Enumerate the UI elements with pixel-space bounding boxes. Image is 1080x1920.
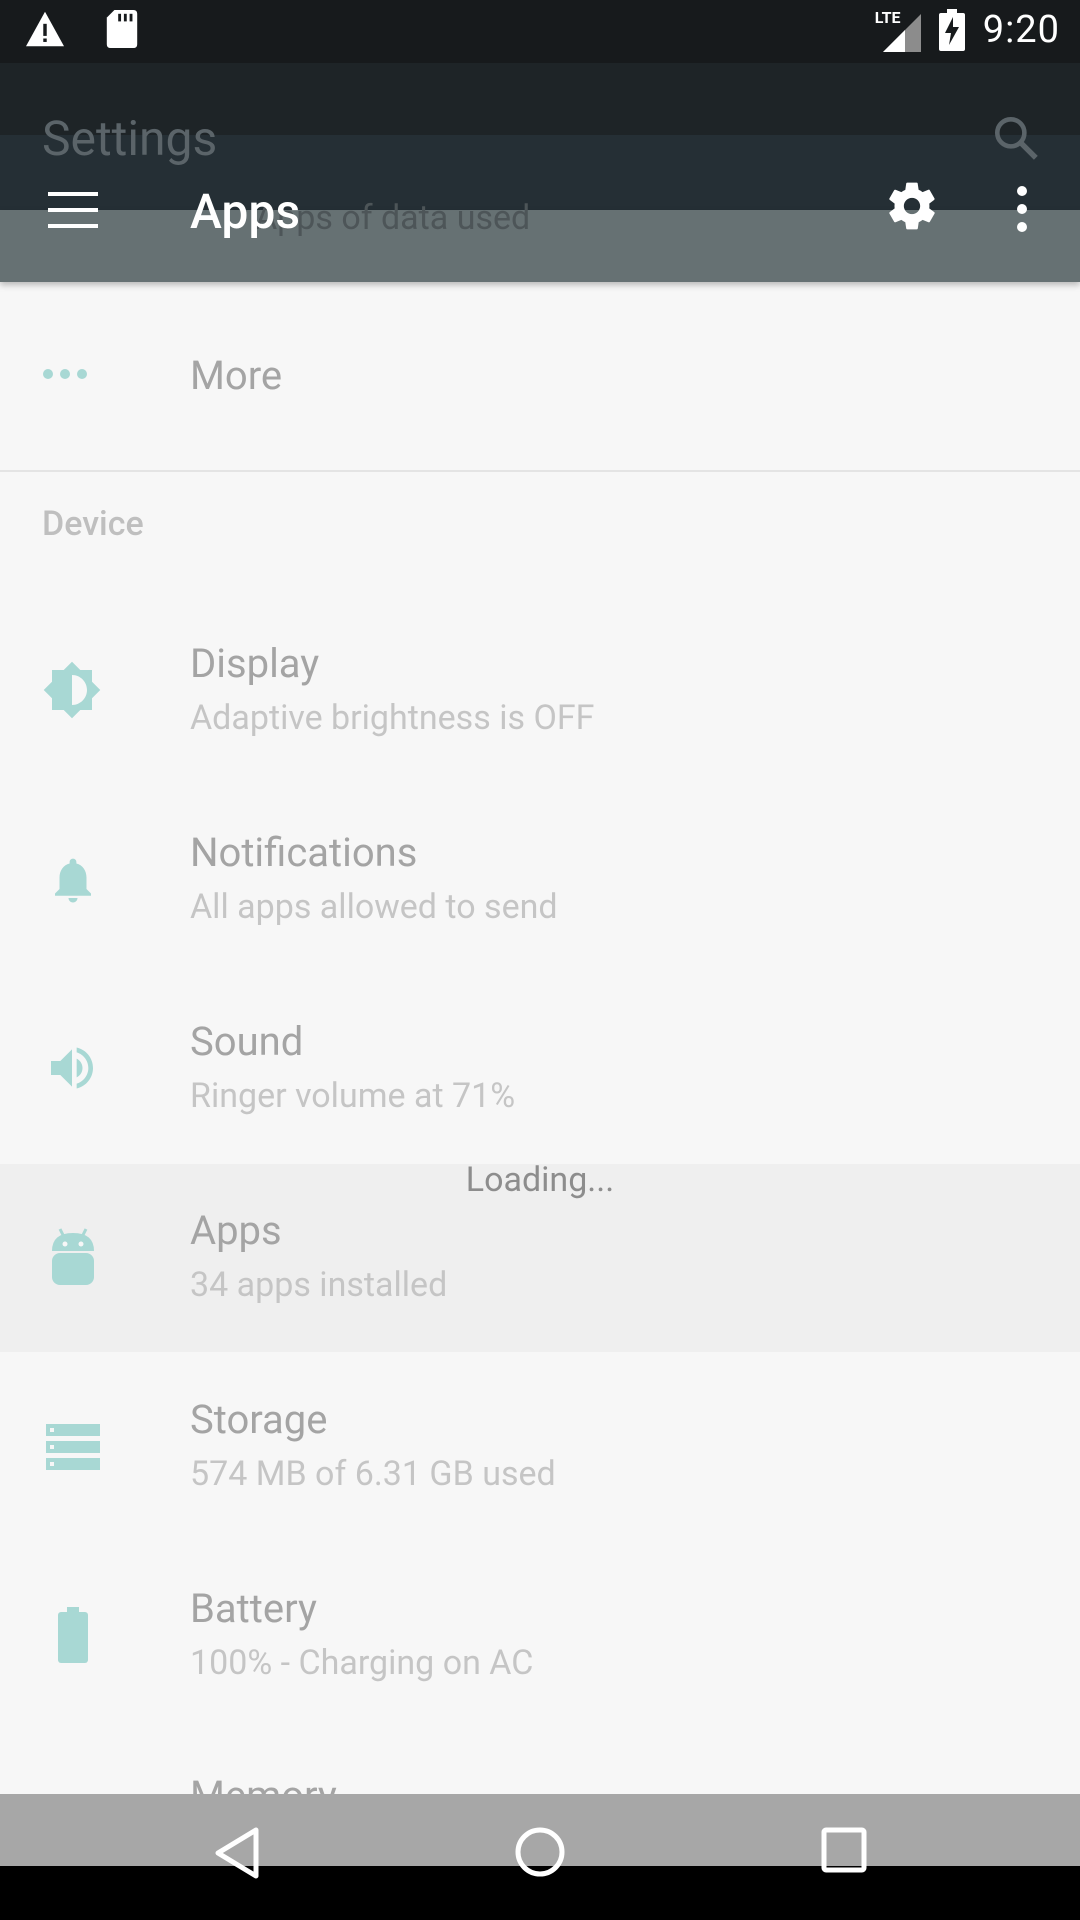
gear-icon[interactable] <box>884 178 940 234</box>
warning-icon <box>26 11 64 47</box>
brightness-icon <box>43 661 101 719</box>
back-icon[interactable] <box>212 1826 260 1880</box>
list-item-title: Battery <box>190 1585 317 1632</box>
list-item-notifications[interactable]: Notifications All apps allowed to send <box>0 789 1080 977</box>
list-item-title: More <box>190 352 283 399</box>
battery-icon <box>58 1607 88 1663</box>
list-item-subtitle: All apps allowed to send <box>190 887 558 927</box>
divider <box>0 470 1080 472</box>
battery-charging-icon <box>938 9 965 51</box>
settings-title: Settings <box>42 110 218 167</box>
more-horiz-icon <box>43 369 87 379</box>
volume-icon <box>51 1047 93 1089</box>
sd-card-icon <box>106 10 138 48</box>
list-item-subtitle: 100% - Charging on AC <box>190 1643 534 1683</box>
status-bar: LTE 9:20 <box>0 0 1080 63</box>
list-item-battery[interactable]: Battery 100% - Charging on AC <box>0 1545 1080 1733</box>
list-item-sound[interactable]: Sound Ringer volume at 71% <box>0 978 1080 1166</box>
list-item-subtitle: Adaptive brightness is OFF <box>190 698 595 738</box>
storage-icon <box>46 1424 100 1470</box>
more-options-icon[interactable] <box>1012 186 1032 232</box>
list-item-display[interactable]: Display Adaptive brightness is OFF <box>0 600 1080 788</box>
list-item-memory-partial[interactable]: Memory <box>190 1772 337 1794</box>
menu-icon[interactable] <box>48 192 98 228</box>
page-title: Apps <box>190 183 301 240</box>
list-item-subtitle: Ringer volume at 71% <box>190 1076 516 1116</box>
list-item-title: Storage <box>190 1396 328 1443</box>
section-header-device: Device <box>42 504 144 544</box>
list-item-subtitle: 574 MB of 6.31 GB used <box>190 1454 556 1494</box>
list-item-storage[interactable]: Storage 574 MB of 6.31 GB used <box>0 1356 1080 1544</box>
list-item-title: Apps <box>190 1207 282 1254</box>
list-item-title: Sound <box>190 1018 304 1065</box>
android-icon <box>52 1228 94 1285</box>
bell-icon <box>55 858 91 903</box>
list-item-title: Display <box>190 640 320 687</box>
list-item-more[interactable]: More <box>0 282 1080 470</box>
search-icon <box>995 117 1038 160</box>
clock: 9:20 <box>982 8 1060 52</box>
list-item-apps[interactable]: Apps 34 apps installed <box>0 1167 1080 1355</box>
home-icon[interactable] <box>514 1826 566 1878</box>
list-item-subtitle: 34 apps installed <box>190 1265 448 1305</box>
recents-icon[interactable] <box>820 1826 868 1874</box>
list-item-title: Notifications <box>190 829 418 876</box>
signal-icon: LTE <box>875 8 921 52</box>
